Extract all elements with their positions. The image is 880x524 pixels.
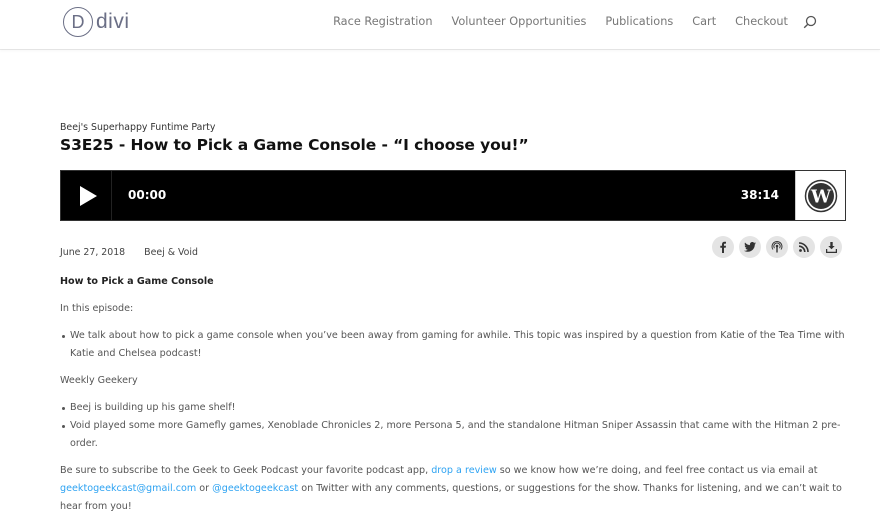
list-item: Void played some more Gamefly games, Xen…: [60, 417, 846, 453]
logo-mark: D: [63, 7, 93, 37]
audio-player: 00:00 38:14 W: [60, 170, 846, 221]
share-facebook-button[interactable]: [712, 236, 734, 258]
list-item: Beej is building up his game shelf!: [60, 399, 846, 417]
twitter-link[interactable]: @geektogeekcast: [212, 483, 298, 494]
outro-text: Be sure to subscribe to the Geek to Geek…: [60, 465, 432, 476]
outro-text: or: [196, 483, 213, 494]
share-podcast-button[interactable]: [766, 236, 788, 258]
play-button[interactable]: [61, 171, 112, 220]
nav-race-registration[interactable]: Race Registration: [333, 15, 432, 28]
facebook-icon: [720, 241, 726, 253]
post-date: June 27, 2018: [60, 247, 126, 258]
share-bar: [707, 236, 842, 258]
rss-icon: [799, 242, 809, 252]
notes-intro: In this episode:: [60, 303, 134, 314]
download-icon: [825, 241, 837, 253]
episode-title: S3E25 - How to Pick a Game Console - “I …: [60, 136, 529, 154]
episode-notes: How to Pick a Game Console In this episo…: [60, 273, 846, 524]
email-link[interactable]: geektogeekcast@gmail.com: [60, 483, 196, 494]
post-meta: June 27, 2018 Beej & Void: [60, 247, 198, 258]
weekly-geekery-list: Beej is building up his game shelf! Void…: [60, 399, 846, 453]
outro-text: so we know how we’re doing, and feel fre…: [496, 465, 818, 476]
post-author: Beej & Void: [144, 247, 198, 258]
logo-text: divi: [96, 10, 130, 33]
total-time: 38:14: [740, 188, 779, 202]
weekly-geekery-heading: Weekly Geekery: [60, 375, 138, 386]
nav-checkout[interactable]: Checkout: [735, 15, 788, 28]
wordpress-badge[interactable]: W: [795, 171, 845, 220]
main-nav: Race Registration Volunteer Opportunitie…: [333, 14, 817, 29]
list-item: We talk about how to pick a game console…: [60, 327, 846, 363]
share-download-button[interactable]: [820, 236, 842, 258]
wordpress-icon: W: [804, 179, 837, 212]
site-header: D divi Race Registration Volunteer Oppor…: [0, 0, 880, 49]
drop-review-link[interactable]: drop a review: [431, 465, 497, 476]
nav-volunteer-opportunities[interactable]: Volunteer Opportunities: [451, 15, 586, 28]
share-rss-button[interactable]: [793, 236, 815, 258]
notes-heading: How to Pick a Game Console: [60, 276, 214, 287]
show-name: Beej's Superhappy Funtime Party: [60, 122, 216, 133]
twitter-icon: [744, 242, 756, 252]
outro-paragraph: Be sure to subscribe to the Geek to Geek…: [60, 462, 846, 516]
podcast-icon: [771, 241, 783, 253]
nav-publications[interactable]: Publications: [605, 15, 673, 28]
play-icon: [79, 185, 97, 206]
svg-text:W: W: [809, 186, 831, 207]
current-time: 00:00: [128, 188, 167, 202]
nav-cart[interactable]: Cart: [692, 15, 716, 28]
share-twitter-button[interactable]: [739, 236, 761, 258]
episode-topics-list: We talk about how to pick a game console…: [60, 327, 846, 363]
search-icon[interactable]: [803, 14, 817, 29]
site-logo[interactable]: D divi: [63, 7, 130, 37]
